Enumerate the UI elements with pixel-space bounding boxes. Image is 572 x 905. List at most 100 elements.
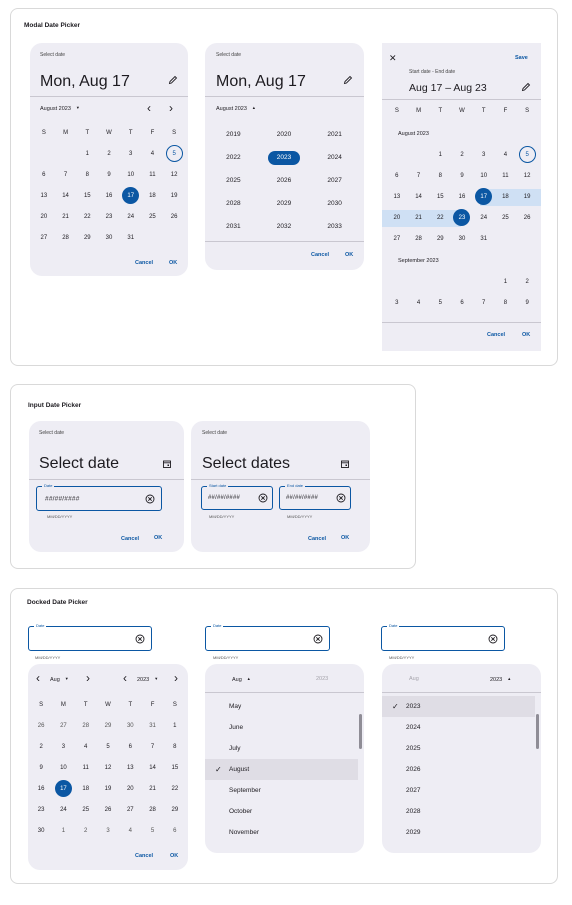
day-cell[interactable]: 7 — [55, 164, 77, 185]
day-cell[interactable]: 5 — [141, 820, 163, 841]
day-cell[interactable]: 9 — [516, 292, 538, 313]
year-dropdown[interactable]: 2023 ▼ — [137, 676, 158, 683]
day-cell[interactable]: 25 — [75, 799, 97, 820]
year-item[interactable]: 2027 — [382, 780, 535, 801]
day-cell[interactable]: 7 — [408, 165, 430, 186]
pencil-icon[interactable] — [168, 75, 178, 85]
day-cell[interactable]: 18 — [75, 778, 97, 799]
end-date-field[interactable]: End date ##/##/#### — [279, 483, 351, 510]
day-cell[interactable]: 28 — [141, 799, 163, 820]
day-cell[interactable]: 23 — [98, 206, 120, 227]
year-cell[interactable]: 2029 — [259, 192, 310, 215]
year-item[interactable]: 2025 — [382, 738, 535, 759]
day-cell[interactable]: 8 — [495, 292, 517, 313]
month-year-dropdown[interactable]: August 2023 ▲ — [216, 105, 256, 112]
selected-day[interactable]: 17 — [54, 780, 72, 797]
day-cell[interactable]: 9 — [98, 164, 120, 185]
day-cell[interactable]: 29 — [429, 228, 451, 249]
day-cell[interactable]: 30 — [451, 228, 473, 249]
year-cell[interactable]: 2028 — [208, 192, 259, 215]
day-cell[interactable]: 18 — [495, 186, 517, 207]
day-cell[interactable]: 15 — [164, 757, 186, 778]
day-cell[interactable]: 7 — [473, 292, 495, 313]
day-cell[interactable]: 31 — [473, 228, 495, 249]
day-cell[interactable]: 11 — [142, 164, 164, 185]
cancel-button[interactable]: Cancel — [121, 536, 139, 542]
day-cell[interactable]: 30 — [30, 820, 52, 841]
day-cell[interactable]: 23 — [30, 799, 52, 820]
day-cell[interactable]: 1 — [495, 271, 517, 292]
day-cell[interactable]: 3 — [473, 144, 495, 165]
clear-icon[interactable] — [336, 493, 346, 503]
year-dropdown[interactable]: 2023 ▲ — [490, 676, 511, 683]
pencil-icon[interactable] — [521, 82, 531, 92]
year-cell[interactable]: 2023 — [259, 146, 310, 169]
day-cell[interactable]: 12 — [97, 757, 119, 778]
today-day[interactable]: 5 — [518, 146, 536, 163]
day-cell[interactable]: 2 — [98, 143, 120, 164]
month-item[interactable]: November — [205, 822, 358, 843]
day-cell[interactable]: 4 — [119, 820, 141, 841]
day-cell[interactable]: 27 — [119, 799, 141, 820]
year-cell[interactable]: 2030 — [309, 192, 360, 215]
ok-button[interactable]: OK — [522, 332, 530, 338]
day-cell[interactable]: 28 — [75, 715, 97, 736]
clear-icon[interactable] — [135, 634, 145, 644]
day-cell[interactable]: 5 — [163, 143, 185, 164]
ok-button[interactable]: OK — [154, 535, 162, 541]
month-dropdown[interactable]: Aug ▲ — [232, 676, 251, 683]
scrollbar[interactable] — [536, 714, 539, 749]
day-cell[interactable]: 23 — [451, 207, 473, 228]
day-cell[interactable]: 2 — [516, 271, 538, 292]
month-year-dropdown[interactable]: August 2023 ▼ — [40, 105, 80, 112]
day-cell[interactable]: 26 — [163, 206, 185, 227]
day-cell[interactable]: 9 — [30, 757, 52, 778]
day-cell[interactable]: 17 — [52, 778, 74, 799]
day-cell[interactable]: 10 — [120, 164, 142, 185]
day-cell[interactable]: 27 — [33, 227, 55, 248]
day-cell[interactable]: 21 — [55, 206, 77, 227]
day-cell[interactable]: 1 — [52, 820, 74, 841]
clear-icon[interactable] — [313, 634, 323, 644]
day-cell[interactable]: 28 — [55, 227, 77, 248]
day-cell[interactable]: 6 — [164, 820, 186, 841]
year-item[interactable]: 2029 — [382, 822, 535, 843]
day-cell[interactable]: 15 — [76, 185, 98, 206]
day-cell[interactable]: 6 — [119, 736, 141, 757]
day-cell[interactable]: 20 — [386, 207, 408, 228]
day-cell[interactable]: 20 — [119, 778, 141, 799]
day-cell[interactable]: 29 — [97, 715, 119, 736]
day-cell[interactable]: 1 — [164, 715, 186, 736]
day-cell[interactable]: 28 — [408, 228, 430, 249]
day-cell[interactable]: 29 — [164, 799, 186, 820]
day-cell[interactable]: 11 — [75, 757, 97, 778]
day-cell[interactable]: 21 — [141, 778, 163, 799]
ok-button[interactable]: OK — [170, 853, 178, 859]
day-cell[interactable]: 5 — [429, 292, 451, 313]
year-item[interactable]: ✓ 2023 — [382, 696, 535, 717]
chevron-left-icon[interactable]: ‹ — [123, 672, 127, 684]
day-cell[interactable]: 6 — [33, 164, 55, 185]
year-cell[interactable]: 2033 — [309, 215, 360, 238]
date-field[interactable]: Date ##/##/#### — [36, 483, 162, 511]
day-cell[interactable]: 12 — [516, 165, 538, 186]
chevron-right-icon[interactable]: › — [174, 672, 178, 684]
day-cell[interactable]: 26 — [30, 715, 52, 736]
day-cell[interactable]: 14 — [55, 185, 77, 206]
day-cell[interactable]: 31 — [141, 715, 163, 736]
chevron-right-icon[interactable]: › — [169, 102, 173, 114]
clear-icon[interactable] — [258, 493, 268, 503]
day-cell[interactable]: 25 — [142, 206, 164, 227]
day-cell[interactable]: 24 — [52, 799, 74, 820]
year-cell[interactable]: 2026 — [259, 169, 310, 192]
month-item[interactable]: ✓ August — [205, 759, 358, 780]
year-cell[interactable]: 2024 — [309, 146, 360, 169]
day-cell[interactable]: 20 — [33, 206, 55, 227]
today-day[interactable]: 5 — [165, 145, 183, 162]
day-cell[interactable]: 14 — [408, 186, 430, 207]
ok-button[interactable]: OK — [169, 260, 177, 266]
day-cell[interactable]: 24 — [473, 207, 495, 228]
day-cell[interactable]: 2 — [75, 820, 97, 841]
year-cell[interactable]: 2020 — [259, 123, 310, 146]
day-cell[interactable]: 10 — [52, 757, 74, 778]
